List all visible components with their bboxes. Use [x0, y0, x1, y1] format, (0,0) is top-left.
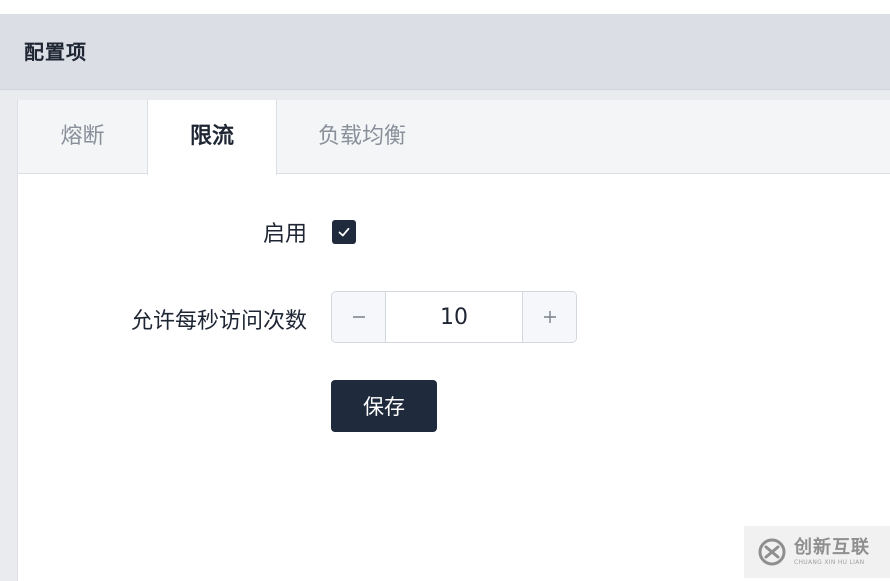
enable-label: 启用 [262, 222, 307, 247]
tab-bar: 熔断 限流 负载均衡 [18, 100, 890, 175]
rate-limit-stepper [331, 291, 577, 343]
minus-icon [352, 316, 365, 318]
watermark: 创新互联 CHUANG XIN HU LIAN [744, 526, 890, 578]
increment-button[interactable] [522, 292, 576, 342]
tab-circuit-breaker[interactable]: 熔断 [18, 100, 147, 174]
check-icon [338, 227, 350, 237]
tab-load-balancing[interactable]: 负载均衡 [277, 100, 447, 174]
left-gutter [0, 100, 17, 581]
watermark-logo-text: 创新互联 [794, 536, 870, 558]
tab-rate-limit[interactable]: 限流 [147, 100, 277, 175]
logo-icon [758, 538, 786, 566]
header-gutter [0, 90, 890, 100]
watermark-sub-text: CHUANG XIN HU LIAN [794, 558, 865, 566]
rate-limit-input[interactable] [386, 292, 522, 342]
enable-checkbox[interactable] [332, 220, 356, 244]
config-header: 配置项 [0, 14, 890, 90]
decrement-button[interactable] [332, 292, 386, 342]
plus-icon [543, 311, 556, 323]
page-title: 配置项 [24, 40, 87, 64]
config-panel: 熔断 限流 负载均衡 启用 允许每秒访问次数 10 保存 [17, 100, 890, 581]
page: 配置项 熔断 限流 负载均衡 启用 允许每秒访问次数 10 保存 创新互联 CH… [0, 0, 890, 581]
save-button[interactable]: 保存 [331, 380, 437, 432]
rate-limit-label: 允许每秒访问次数 [130, 309, 307, 334]
